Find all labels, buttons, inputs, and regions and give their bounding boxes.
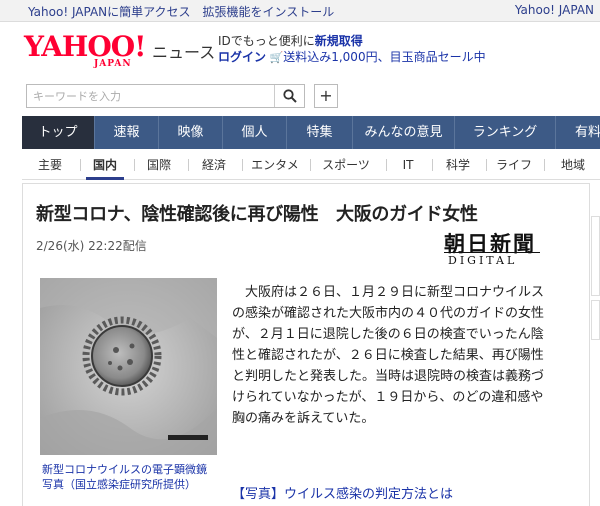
shopping-promo-link[interactable]: 送料込み1,000円、目玉商品セール中	[283, 50, 485, 64]
category-tab-sports[interactable]: スポーツ	[316, 150, 376, 180]
category-divider	[188, 159, 189, 171]
search-input[interactable]	[27, 85, 273, 107]
add-search-button[interactable]: +	[314, 84, 338, 108]
publisher-sub: DIGITAL	[448, 254, 518, 267]
category-divider	[544, 159, 545, 171]
category-tab-science[interactable]: 科学	[440, 150, 476, 180]
article-title: 新型コロナ、陰性確認後に再び陽性 大阪のガイド女性	[36, 204, 478, 225]
account-box: IDでもっと便利に新規取得 ログイン 🛒送料込み1,000円、目玉商品セール中	[218, 33, 486, 66]
search-icon	[282, 89, 297, 103]
caption-line: 写真（国立感染症研究所提供）	[42, 478, 196, 491]
category-divider	[80, 159, 81, 171]
yahoo-japan-link[interactable]: Yahoo! JAPAN	[515, 3, 594, 17]
search-box	[26, 84, 305, 108]
nav-item-individual[interactable]: 個人	[223, 116, 287, 149]
search-button[interactable]	[274, 85, 304, 107]
japan-logo-text: JAPAN	[94, 59, 132, 69]
category-tab-it[interactable]: IT	[394, 150, 422, 180]
category-tab-international[interactable]: 国際	[140, 150, 178, 180]
sidebar-edge	[591, 216, 600, 296]
category-nav: 主要 国内 国際 経済 エンタメ スポーツ IT 科学 ライフ 地域	[22, 150, 600, 180]
category-divider	[486, 159, 487, 171]
category-tab-entertainment[interactable]: エンタメ	[246, 150, 304, 180]
related-photo-link[interactable]: 【写真】ウイルス感染の判定方法とは	[232, 483, 453, 502]
category-divider	[310, 159, 311, 171]
article-photo[interactable]	[40, 278, 217, 455]
publisher-logo[interactable]: 朝日新聞 DIGITAL	[444, 228, 540, 268]
yahoo-news-logo[interactable]: YAHOO! JAPAN ニュース	[24, 30, 215, 72]
id-promo-text: IDでもっと便利に	[218, 34, 315, 48]
main-nav: トップ 速報 映像 個人 特集 みんなの意見 ランキング 有料	[22, 116, 600, 149]
nav-item-opinions[interactable]: みんなの意見	[353, 116, 455, 149]
cart-icon: 🛒	[266, 51, 284, 64]
virus-micrograph	[40, 278, 217, 455]
article-body: 大阪府は２６日、１月２９日に新型コロナウイルスの感染が確認された大阪市内の４０代…	[232, 285, 545, 426]
extension-install-link[interactable]: Yahoo! JAPANに簡単アクセス 拡張機能をインストール	[28, 3, 334, 20]
nav-item-top[interactable]: トップ	[22, 116, 95, 149]
category-divider	[432, 159, 433, 171]
nav-item-breaking[interactable]: 速報	[95, 116, 159, 149]
publisher-rule	[444, 252, 540, 253]
category-tab-economy[interactable]: 経済	[194, 150, 234, 180]
photo-caption[interactable]: 新型コロナウイルスの電子顕微鏡 写真（国立感染症研究所提供）	[42, 462, 207, 492]
article-date: 2/26(水) 22:22配信	[36, 239, 147, 253]
nav-item-ranking[interactable]: ランキング	[455, 116, 556, 149]
caption-line: 新型コロナウイルスの電子顕微鏡	[42, 463, 207, 476]
nav-item-features[interactable]: 特集	[287, 116, 353, 149]
login-link[interactable]: ログイン	[218, 50, 266, 64]
extension-promo-bar: Yahoo! JAPANに簡単アクセス 拡張機能をインストール Yahoo! J…	[0, 0, 600, 22]
sidebar-edge	[591, 300, 600, 340]
category-divider	[134, 159, 135, 171]
nav-item-video[interactable]: 映像	[159, 116, 223, 149]
category-divider	[386, 159, 387, 171]
register-link[interactable]: 新規取得	[315, 34, 363, 48]
news-section-label: ニュース	[152, 43, 216, 62]
nav-item-paid[interactable]: 有料	[556, 116, 600, 149]
category-tab-life[interactable]: ライフ	[492, 150, 536, 180]
category-divider	[242, 159, 243, 171]
category-tab-local[interactable]: 地域	[550, 150, 596, 180]
category-tab-domestic[interactable]: 国内	[86, 150, 124, 180]
category-tab-main[interactable]: 主要	[28, 150, 72, 180]
